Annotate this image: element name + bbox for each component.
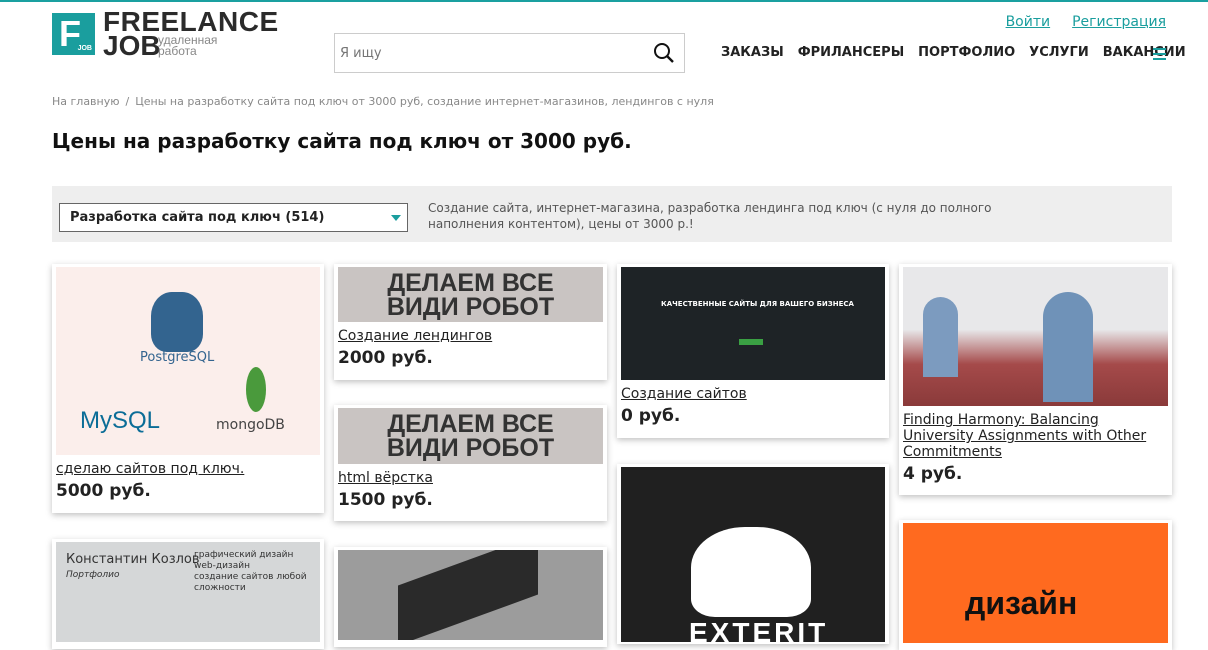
image-text: графический дизайн [194,550,294,560]
breadcrumb-home[interactable]: На главную [52,95,120,108]
image-text: ДЕЛАЕМ ВСЕ [387,410,554,438]
card-title-link[interactable]: Создание лендингов [338,328,603,344]
card-image[interactable]: ДЕЛАЕМ ВСЕ ВИДИ РОБОТ [338,267,603,322]
filter-bar: Разработка сайта под ключ (514) Создание… [52,186,1172,242]
image-text: EXTERIT [689,617,829,642]
image-text: Константин Козлов [66,552,200,567]
logo-text-job: JOB [103,30,161,61]
logo-icon[interactable]: F JOB [52,13,95,55]
card-price: 4 руб. [903,464,963,484]
service-card [334,547,607,647]
search-icon[interactable] [644,42,684,64]
search-box [334,33,685,73]
category-select[interactable]: Разработка сайта под ключ (514) [59,203,408,232]
service-card: ДЕЛАЕМ ВСЕ ВИДИ РОБОТ html вёрстка 1500 р… [334,405,607,521]
image-text: дизайн [965,585,1078,621]
category-select-value: Разработка сайта под ключ (514) [70,210,325,225]
category-description: Создание сайта, интернет-магазина, разра… [428,201,992,231]
page-title: Цены на разработку сайта под ключ от 300… [52,129,632,153]
elephant-icon [151,292,203,352]
search-input[interactable] [340,45,644,61]
register-link[interactable]: Регистрация [1072,14,1166,30]
card-title-link[interactable]: сделаю сайтов под ключ. [56,461,320,477]
breadcrumb-separator: / [125,95,130,108]
card-title-link[interactable]: Finding Harmony: Balancing University As… [903,412,1168,460]
image-text: mongoDB [216,417,285,433]
image-text: ДЕЛАЕМ ВСЕ [387,268,554,297]
image-text: web-дизайн [194,561,250,571]
card-image[interactable] [338,550,603,640]
card-image[interactable]: КАЧЕСТВЕННЫЕ САЙТЫ ДЛЯ ВАШЕГО БИЗНЕСА [621,267,885,380]
card-image[interactable]: Константин Козлов Портфолио графический … [56,542,320,642]
card-price: 1500 руб. [338,490,433,510]
card-image[interactable]: EXTERIT [621,467,885,642]
card-image[interactable]: ДЕЛАЕМ ВСЕ ВИДИ РОБОТ [338,408,603,464]
service-card: PostgreSQL MySQL mongoDB сделаю сайтов п… [52,264,324,513]
image-text: Портфолио [66,570,120,580]
card-price: 2000 руб. [338,348,433,368]
image-text: PostgreSQL [140,350,215,365]
service-card: Finding Harmony: Balancing University As… [899,264,1172,495]
nav-freelancers[interactable]: ФРИЛАНСЕРЫ [798,45,904,60]
raccoon-icon [691,527,811,617]
nav-orders[interactable]: ЗАКАЗЫ [721,45,784,60]
card-title-link[interactable]: Создание сайтов [621,386,885,402]
image-text: MySQL [80,407,161,434]
image-text: ВИДИ РОБОТ [386,434,555,462]
chevron-down-icon [391,215,401,221]
image-text: создание сайтов любой сложности [194,572,307,593]
nav-vacancies[interactable]: ВАКАНСИИ [1103,45,1186,60]
service-card: EXTERIT [617,464,889,644]
breadcrumb: На главную / Цены на разработку сайта под … [52,95,720,108]
card-image[interactable]: PostgreSQL MySQL mongoDB [56,267,320,455]
service-card: ДЕЛАЕМ ВСЕ ВИДИ РОБОТ Создание лендингов … [334,264,607,380]
card-price: 5000 руб. [56,481,151,501]
service-card: КАЧЕСТВЕННЫЕ САЙТЫ ДЛЯ ВАШЕГО БИЗНЕСА Со… [617,264,889,438]
card-image[interactable]: дизайн [903,523,1168,643]
card-title-link[interactable]: html вёрстка [338,470,603,486]
breadcrumb-current: Цены на разработку сайта под ключ от 300… [135,95,714,108]
service-card: Константин Козлов Портфолио графический … [52,539,324,649]
image-text: ВИДИ РОБОТ [386,292,555,321]
nav-portfolio[interactable]: ПОРТФОЛИО [918,45,1015,60]
card-price: 0 руб. [621,406,681,426]
leaf-icon [246,367,266,412]
logo-tagline: удаленная работа [158,33,218,58]
menu-icon[interactable] [1153,48,1166,63]
login-link[interactable]: Войти [1006,14,1051,30]
nav-services[interactable]: УСЛУГИ [1029,45,1089,60]
image-text: КАЧЕСТВЕННЫЕ САЙТЫ ДЛЯ ВАШЕГО БИЗНЕСА [661,300,854,308]
card-image[interactable] [903,267,1168,406]
